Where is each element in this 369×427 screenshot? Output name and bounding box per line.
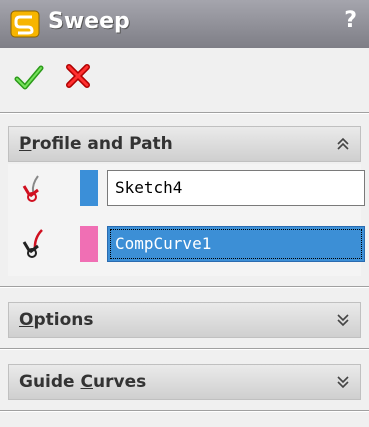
path-color-swatch [80, 226, 98, 262]
profile-selector-icon [22, 175, 39, 202]
profile-and-path-body: Sketch4 CompCurve1 [8, 164, 365, 276]
cancel-x-icon[interactable] [64, 62, 92, 90]
help-button[interactable]: ? [344, 8, 357, 33]
separator [0, 112, 369, 114]
ok-checkmark-icon[interactable] [14, 64, 44, 92]
section-title: Profile and Path [19, 134, 173, 154]
path-selection-box[interactable]: CompCurve1 [107, 226, 365, 262]
separator [0, 410, 369, 412]
window-title: Sweep [48, 9, 130, 34]
title-bar: Sweep ? [0, 0, 369, 48]
profile-selection-box[interactable]: Sketch4 [107, 170, 365, 206]
section-title: Guide Curves [19, 372, 147, 392]
action-row [0, 48, 369, 108]
sweep-feature-icon [10, 10, 40, 38]
options-header[interactable]: Options [8, 302, 361, 338]
path-selector-icon [22, 229, 43, 258]
profile-color-swatch [80, 170, 98, 206]
section-title: Options [19, 310, 94, 330]
expand-chevron-down-icon[interactable] [336, 375, 350, 389]
separator [0, 348, 369, 350]
collapse-chevron-up-icon[interactable] [336, 137, 350, 151]
guide-curves-header[interactable]: Guide Curves [8, 364, 361, 400]
separator [0, 286, 369, 288]
expand-chevron-down-icon[interactable] [336, 313, 350, 327]
profile-and-path-header[interactable]: Profile and Path [8, 126, 361, 162]
